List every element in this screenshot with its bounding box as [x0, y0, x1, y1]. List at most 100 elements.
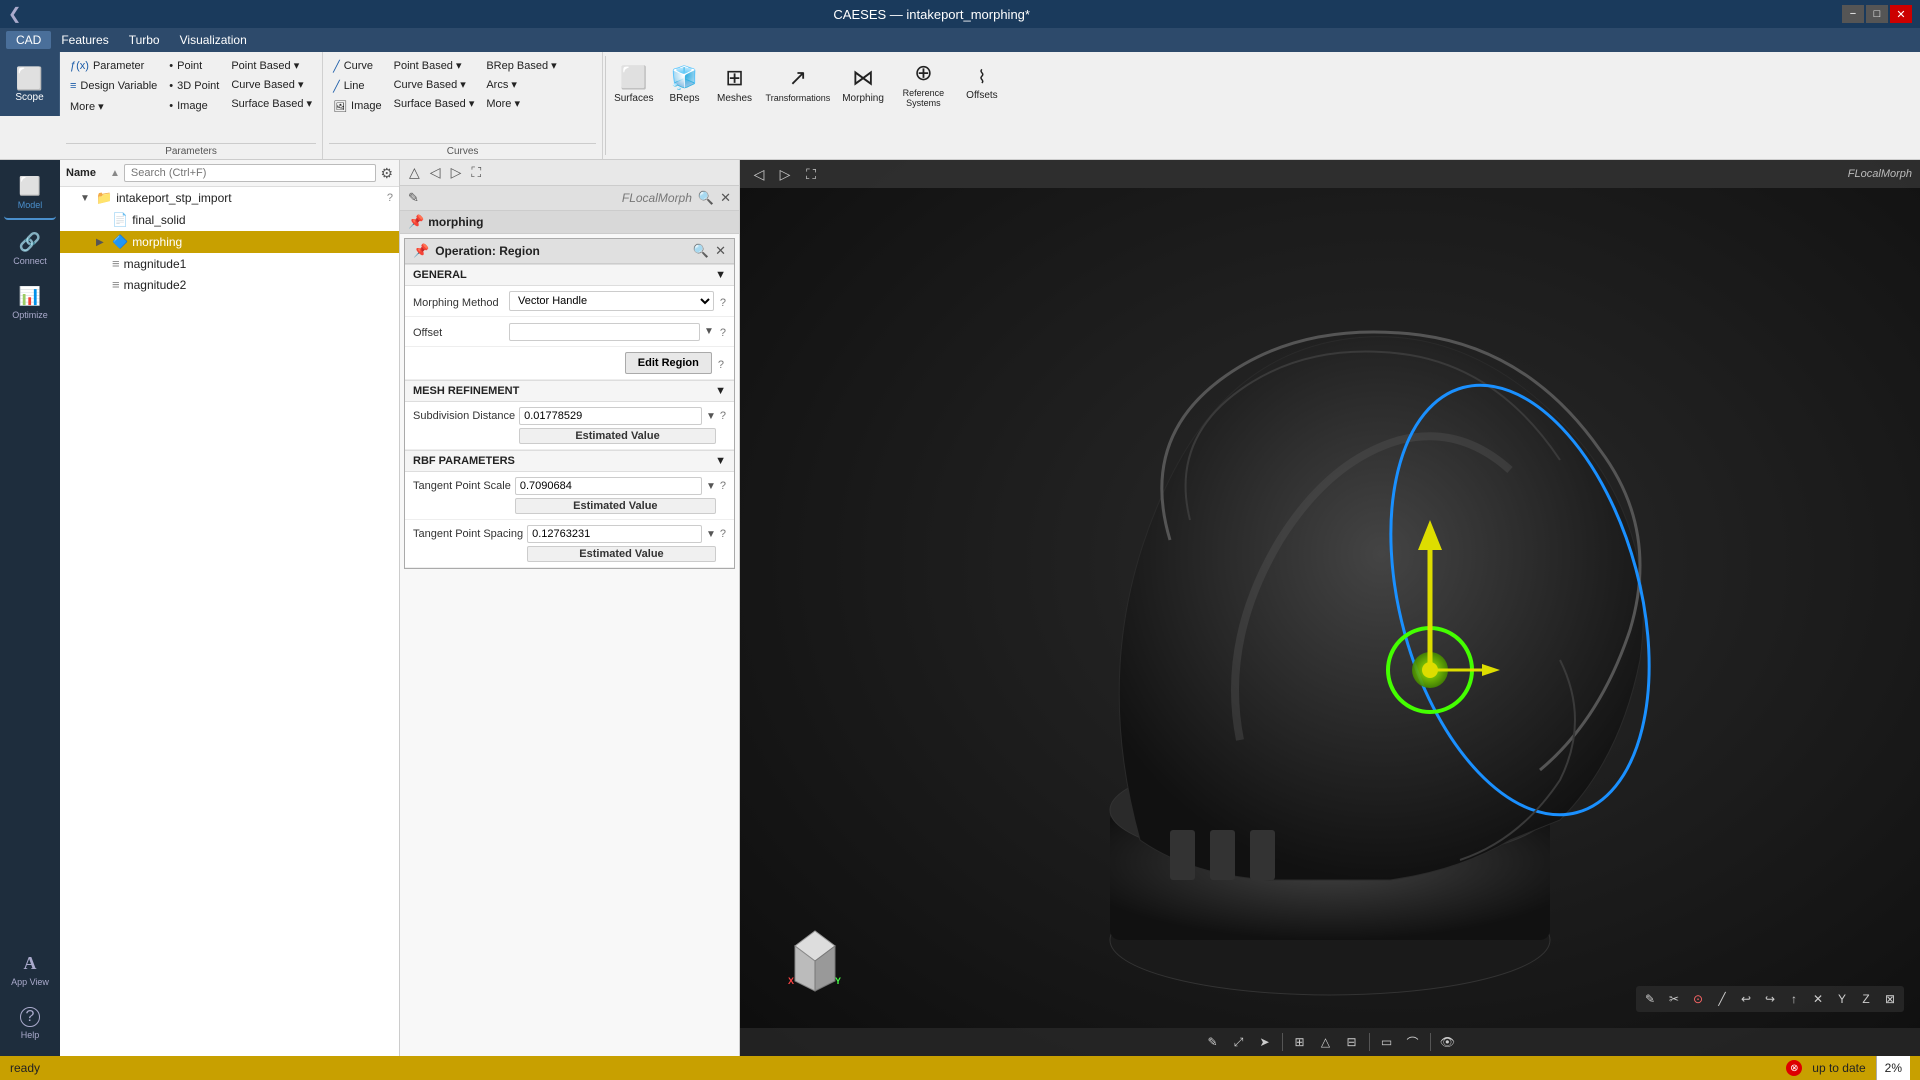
- vp-arrow-right[interactable]: ▷: [774, 163, 796, 185]
- vp-expand[interactable]: ⛶: [800, 163, 822, 185]
- sidebar-btn-optimize[interactable]: 📊 Optimize: [4, 278, 56, 328]
- vp-bottom-arrow[interactable]: ➤: [1254, 1032, 1276, 1052]
- ribbon-dropdown-curve-based-curve[interactable]: Curve Based ▾: [390, 76, 479, 93]
- menu-item-turbo[interactable]: Turbo: [119, 31, 170, 49]
- input-tangent-scale[interactable]: [515, 477, 702, 495]
- vp-line-icon[interactable]: ╱: [1711, 989, 1733, 1009]
- vp-bottom-pencil[interactable]: ✎: [1202, 1032, 1224, 1052]
- ribbon-btn-offsets[interactable]: ⌇ Offsets: [957, 52, 1007, 116]
- minimize-button[interactable]: −: [1842, 5, 1864, 23]
- select-morphing-method[interactable]: Vector Handle: [509, 291, 714, 311]
- vp-target-icon[interactable]: ⊙: [1687, 989, 1709, 1009]
- tree-filter-icon[interactable]: ⚙: [380, 165, 393, 182]
- operation-search-icon[interactable]: 🔍: [693, 243, 709, 259]
- vp-arrow-left[interactable]: ◁: [748, 163, 770, 185]
- menu-item-visualization[interactable]: Visualization: [170, 31, 257, 49]
- vp-upload-icon[interactable]: ↑: [1783, 989, 1805, 1009]
- help-tangent-spacing[interactable]: ?: [720, 525, 726, 540]
- tree-search-input[interactable]: [124, 164, 377, 182]
- sidebar-btn-connect[interactable]: 🔗 Connect: [4, 224, 56, 274]
- ribbon-dropdown-curve-based-param[interactable]: Curve Based ▾: [227, 76, 316, 93]
- menu-item-features[interactable]: Features: [51, 31, 118, 49]
- close-button[interactable]: ✕: [1890, 5, 1912, 23]
- sidebar-btn-appview[interactable]: A App View: [4, 945, 56, 995]
- estimated-value-tangent-scale[interactable]: Estimated Value: [515, 498, 716, 514]
- offset-dropdown[interactable]: ▼: [704, 326, 714, 337]
- vp-bottom-grid[interactable]: ⊞: [1289, 1032, 1311, 1052]
- props-toolbar-expand[interactable]: ⛶: [468, 163, 484, 182]
- props-toolbar-arrow-right[interactable]: ▷: [448, 163, 465, 182]
- ribbon-btn-parameter[interactable]: ƒ(x) Parameter: [66, 57, 161, 75]
- tree-item-magnitude1[interactable]: ≡ magnitude1: [60, 253, 399, 274]
- props-toolbar-arrow-up[interactable]: △: [406, 163, 423, 182]
- section-header-mesh[interactable]: MESH REFINEMENT ▼: [405, 380, 734, 402]
- ribbon-btn-breps[interactable]: 🧊 BReps: [660, 52, 710, 116]
- ribbon-btn-more-params[interactable]: More ▾: [66, 97, 161, 115]
- vp-bottom-eye[interactable]: 👁: [1437, 1032, 1459, 1052]
- estimated-value-subdivision[interactable]: Estimated Value: [519, 428, 716, 444]
- ribbon-btn-morphing[interactable]: ⋈ Morphing: [836, 52, 890, 116]
- ribbon-dropdown-surface-based-curve[interactable]: Surface Based ▾: [390, 95, 479, 112]
- vp-redo-icon[interactable]: ↪: [1759, 989, 1781, 1009]
- props-toolbar-arrow-left[interactable]: ◁: [427, 163, 444, 182]
- scope-button[interactable]: ⬜ Scope: [0, 52, 60, 116]
- vp-bottom-move[interactable]: ⤢: [1228, 1032, 1250, 1052]
- vp-undo-icon[interactable]: ↩: [1735, 989, 1757, 1009]
- tangent-spacing-dropdown[interactable]: ▼: [706, 529, 716, 540]
- ribbon-btn-meshes[interactable]: ⊞ Meshes: [710, 52, 760, 116]
- edit-icon[interactable]: ✎: [408, 190, 419, 206]
- tree-item-root[interactable]: ▼ 📁 intakeport_stp_import ?: [60, 187, 399, 209]
- tree-help-icon[interactable]: ?: [387, 192, 393, 204]
- help-tangent-scale[interactable]: ?: [720, 477, 726, 492]
- section-header-rbf[interactable]: RBF PARAMETERS ▼: [405, 450, 734, 472]
- tree-item-morphing[interactable]: ▶ 🔷 morphing: [60, 231, 399, 253]
- ribbon-dropdown-point-based-curve[interactable]: Point Based ▾: [390, 57, 479, 74]
- input-tangent-spacing[interactable]: [527, 525, 702, 543]
- flocal-search-icon[interactable]: 🔍: [698, 190, 714, 206]
- vp-scissors-icon[interactable]: ✂: [1663, 989, 1685, 1009]
- ribbon-btn-reference-systems[interactable]: ⊕ Reference Systems: [890, 52, 957, 116]
- viewport[interactable]: ◁ ▷ ⛶ FLocalMorph X Y ✎: [740, 160, 1920, 1056]
- maximize-button[interactable]: □: [1866, 5, 1888, 23]
- vp-x-icon[interactable]: ✕: [1807, 989, 1829, 1009]
- help-edit-region[interactable]: ?: [718, 356, 724, 371]
- input-offset[interactable]: [509, 323, 700, 341]
- help-offset[interactable]: ?: [720, 324, 726, 339]
- ribbon-btn-design-variable[interactable]: ≡ Design Variable: [66, 77, 161, 95]
- ribbon-btn-transformations[interactable]: ↗ Transformations: [760, 52, 837, 116]
- vp-close2-icon[interactable]: ⊠: [1879, 989, 1901, 1009]
- ribbon-btn-curve[interactable]: ╱ Curve: [329, 57, 386, 75]
- vp-z-icon[interactable]: Z: [1855, 989, 1877, 1009]
- ribbon-btn-image-param[interactable]: • Image: [165, 97, 223, 115]
- vp-bottom-curve[interactable]: ⌒: [1402, 1032, 1424, 1052]
- section-header-general[interactable]: GENERAL ▼: [405, 264, 734, 286]
- title-nav-arrow[interactable]: ❮: [8, 4, 21, 24]
- vp-bottom-ruler[interactable]: ⊟: [1341, 1032, 1363, 1052]
- ribbon-dropdown-brep-based[interactable]: BRep Based ▾: [482, 57, 560, 74]
- ribbon-btn-image-curve[interactable]: 🖼 Image: [329, 97, 386, 115]
- edit-region-button[interactable]: Edit Region: [625, 352, 712, 374]
- ribbon-btn-3d-point[interactable]: • 3D Point: [165, 77, 223, 95]
- ribbon-btn-line[interactable]: ╱ Line: [329, 77, 386, 95]
- tree-item-magnitude2[interactable]: ≡ magnitude2: [60, 274, 399, 295]
- estimated-value-tangent-spacing[interactable]: Estimated Value: [527, 546, 716, 562]
- help-subdivision[interactable]: ?: [720, 407, 726, 422]
- ribbon-dropdown-surface-based-param[interactable]: Surface Based ▾: [227, 95, 316, 112]
- ribbon-btn-surfaces[interactable]: ⬜ Surfaces: [608, 52, 659, 116]
- ribbon-dropdown-more-curves[interactable]: More ▾: [482, 95, 560, 112]
- input-subdivision[interactable]: [519, 407, 702, 425]
- nav-cube[interactable]: X Y: [780, 926, 850, 996]
- ribbon-dropdown-arcs[interactable]: Arcs ▾: [482, 76, 560, 93]
- sidebar-btn-model[interactable]: ⬜ Model: [4, 168, 56, 220]
- sidebar-btn-help[interactable]: ? Help: [4, 999, 56, 1048]
- flocal-close-icon[interactable]: ✕: [720, 190, 731, 206]
- tangent-scale-dropdown[interactable]: ▼: [706, 481, 716, 492]
- vp-y-icon[interactable]: Y: [1831, 989, 1853, 1009]
- ribbon-dropdown-point-based[interactable]: Point Based ▾: [227, 57, 316, 74]
- subdivision-dropdown[interactable]: ▼: [706, 411, 716, 422]
- tree-item-final-solid[interactable]: 📄 final_solid: [60, 209, 399, 231]
- menu-item-cad[interactable]: CAD: [6, 31, 51, 49]
- ribbon-btn-point[interactable]: • Point: [165, 57, 223, 75]
- vp-pencil-icon[interactable]: ✎: [1639, 989, 1661, 1009]
- help-morphing-method[interactable]: ?: [720, 294, 726, 309]
